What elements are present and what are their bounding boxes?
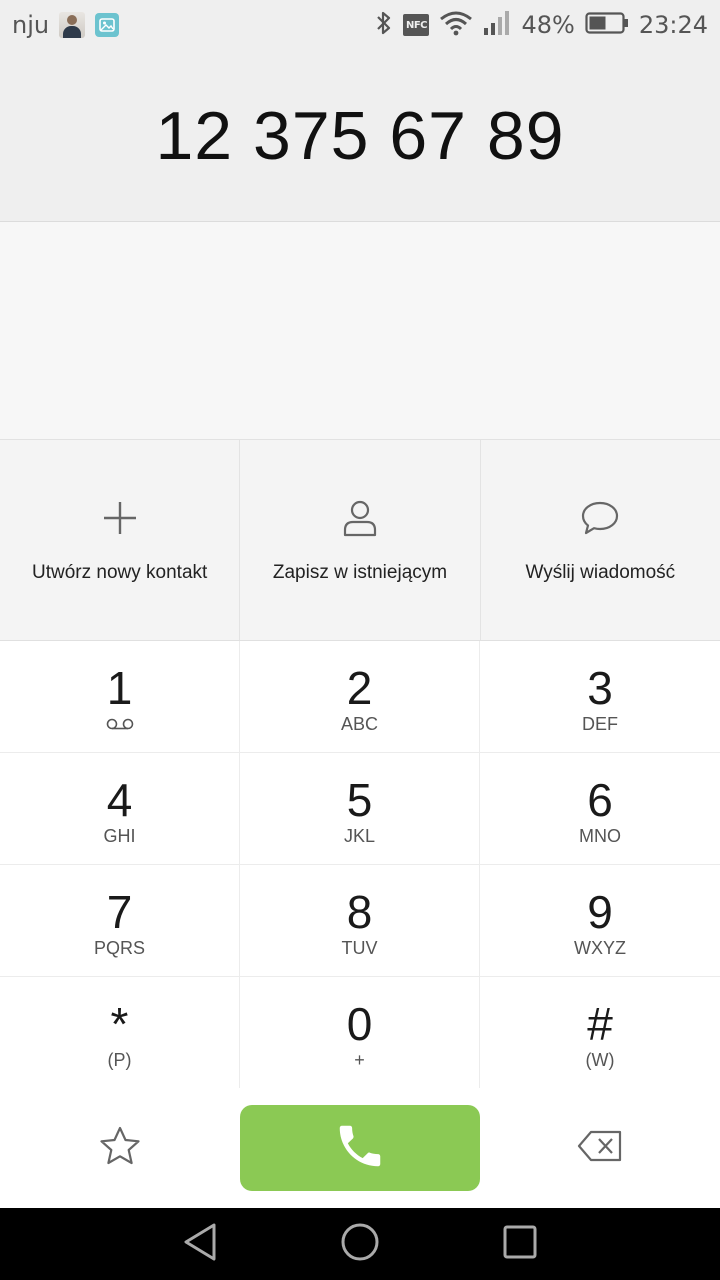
key-letters: (W) — [585, 1049, 615, 1070]
bluetooth-icon — [375, 10, 393, 40]
key-digit: 8 — [346, 885, 373, 938]
key-letters: WXYZ — [574, 937, 626, 958]
save-existing-button[interactable]: Zapisz w istniejącym — [240, 440, 481, 640]
clock: 23:24 — [638, 11, 708, 39]
key-3[interactable]: 3 DEF — [480, 641, 720, 753]
system-navigation-bar — [0, 1208, 720, 1280]
plus-icon — [100, 498, 140, 538]
key-letters: PQRS — [93, 937, 145, 958]
key-2[interactable]: 2 ABC — [240, 641, 480, 753]
key-digit: 9 — [587, 885, 613, 938]
call-button[interactable] — [240, 1105, 480, 1191]
key-digit: 4 — [106, 773, 133, 826]
key-letters: TUV — [341, 937, 378, 958]
contact-suggestions-area — [0, 222, 720, 440]
recents-button[interactable] — [490, 1214, 550, 1274]
dialed-number-display[interactable]: 12 375 67 89 — [0, 50, 720, 222]
person-icon — [340, 498, 380, 538]
key-digit: 5 — [346, 773, 373, 826]
key-star[interactable]: * (P) — [0, 977, 240, 1089]
photo-notification-icon — [59, 12, 86, 38]
key-letters: + — [354, 1049, 365, 1070]
home-icon — [340, 1222, 380, 1266]
star-icon — [99, 1126, 141, 1170]
key-7[interactable]: 7 PQRS — [0, 865, 240, 977]
key-digit: 7 — [106, 885, 133, 938]
carrier-name: nju — [12, 11, 50, 39]
create-contact-label: Utwórz nowy kontakt — [32, 562, 208, 583]
status-bar-left: nju — [12, 11, 120, 39]
recents-icon — [502, 1224, 538, 1264]
backspace-icon — [577, 1130, 623, 1166]
key-letters: MNO — [579, 825, 621, 846]
key-digit: 0 — [346, 997, 373, 1050]
key-letters: JKL — [343, 825, 376, 846]
number-actions: Utwórz nowy kontakt Zapisz w istniejącym… — [0, 440, 720, 641]
nfc-icon: NFC — [403, 14, 430, 36]
key-8[interactable]: 8 TUV — [240, 865, 480, 977]
message-icon — [580, 498, 620, 538]
key-1[interactable]: 1 — [0, 641, 240, 753]
key-9[interactable]: 9 WXYZ — [480, 865, 720, 977]
key-4[interactable]: 4 GHI — [0, 753, 240, 865]
status-bar-right: NFC 48% 23:24 — [375, 10, 708, 40]
battery-percent: 48% — [521, 11, 575, 39]
voicemail-icon — [106, 713, 134, 735]
save-existing-label: Zapisz w istniejącym — [272, 562, 448, 583]
back-button[interactable] — [170, 1214, 230, 1274]
create-contact-button[interactable]: Utwórz nowy kontakt — [0, 440, 241, 640]
key-digit: 2 — [346, 661, 373, 714]
phone-icon — [333, 1119, 387, 1177]
key-letters: (P) — [107, 1049, 132, 1070]
status-bar: nju NFC 48% 23:24 — [0, 0, 720, 50]
key-letters: ABC — [340, 713, 378, 734]
send-message-label: Wyślij wiadomość — [525, 562, 676, 583]
send-message-button[interactable]: Wyślij wiadomość — [481, 440, 720, 640]
back-icon — [182, 1222, 218, 1266]
dial-keypad: 1 2 ABC 3 DEF 4 GHI 5 JKL 6 MNO 7 PQRS 8… — [0, 641, 720, 1089]
key-digit: 1 — [106, 661, 133, 714]
key-0[interactable]: 0 + — [240, 977, 480, 1089]
key-digit: 3 — [587, 661, 613, 714]
key-digit: # — [587, 997, 613, 1050]
key-5[interactable]: 5 JKL — [240, 753, 480, 865]
key-6[interactable]: 6 MNO — [480, 753, 720, 865]
dialed-number: 12 375 67 89 — [155, 97, 565, 174]
battery-icon — [585, 11, 629, 39]
wifi-icon — [439, 10, 473, 40]
gallery-icon — [95, 13, 120, 37]
key-digit: 6 — [587, 773, 613, 826]
home-button[interactable] — [330, 1214, 390, 1274]
key-letters: DEF — [582, 713, 618, 734]
key-digit: * — [110, 997, 129, 1050]
backspace-button[interactable] — [480, 1088, 720, 1208]
signal-icon — [483, 10, 511, 40]
favorites-button[interactable] — [0, 1088, 240, 1208]
dialer-bottom-bar — [0, 1088, 720, 1208]
key-hash[interactable]: # (W) — [480, 977, 720, 1089]
key-letters: GHI — [103, 825, 136, 846]
